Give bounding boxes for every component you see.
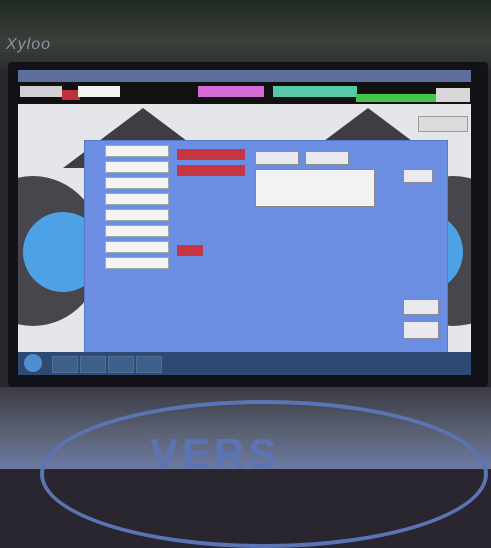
monitor-brand-label: Xyloo [6,36,52,53]
field-label-3 [105,177,169,189]
dialog-side-button[interactable] [403,169,433,183]
header-left-box[interactable] [20,86,62,97]
dialog-top-button-2[interactable] [305,151,349,165]
settings-dialog [84,140,448,357]
list-item[interactable] [260,188,368,195]
dialog-bottom-button-1[interactable] [403,299,439,315]
field-label-6 [105,225,169,237]
header-green-status [356,94,436,102]
dialog-bottom-button-2[interactable] [403,321,439,339]
dialog-top-button-1[interactable] [255,151,299,165]
list-item[interactable] [260,172,368,179]
field-label-7 [105,241,169,253]
value-field-red-2[interactable] [177,165,245,176]
list-item[interactable] [260,196,368,203]
header-pink-status [198,86,264,97]
list-item[interactable] [260,180,368,187]
value-field-red-3[interactable] [177,245,203,256]
field-label-5 [105,209,169,221]
screen [18,70,471,375]
value-field-red-1[interactable] [177,149,245,160]
start-button[interactable] [24,354,42,372]
header-white-box[interactable] [78,86,120,97]
value-list[interactable] [255,169,375,207]
desk-logo-text: VERS [150,430,281,477]
field-label-8 [105,257,169,269]
header-teal-status [273,86,357,97]
taskbar-app-1[interactable] [52,356,78,373]
field-label-4 [105,193,169,205]
side-panel-button[interactable] [418,116,468,132]
taskbar-app-2[interactable] [80,356,106,373]
status-header [18,82,471,104]
photo-background-top [0,0,491,70]
field-label-1 [105,145,169,157]
field-label-2 [105,161,169,173]
header-right-button[interactable] [436,88,470,102]
window-title-bar [18,70,471,82]
taskbar-app-3[interactable] [108,356,134,373]
taskbar [18,352,471,375]
taskbar-app-4[interactable] [136,356,162,373]
